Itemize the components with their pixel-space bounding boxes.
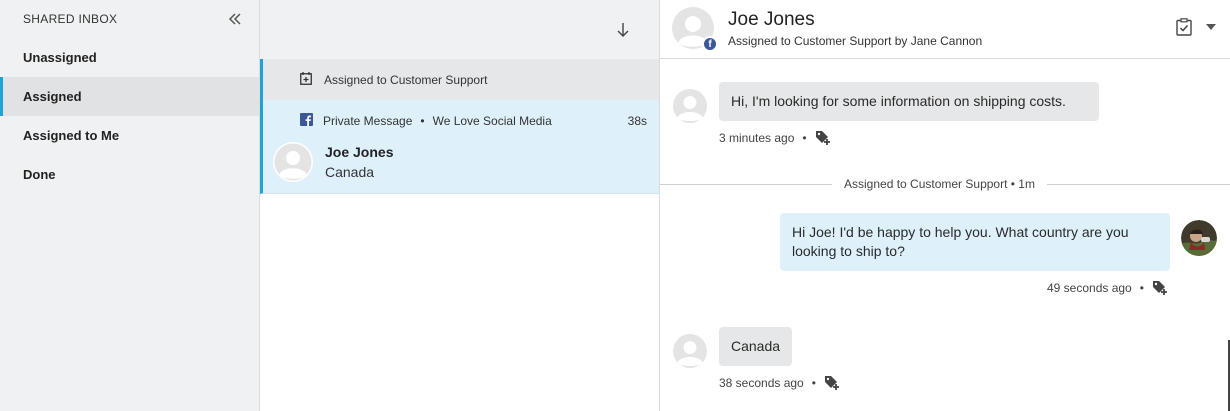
message-meta: 49 seconds ago •	[1047, 280, 1168, 295]
sidebar-item-done[interactable]: Done	[0, 155, 259, 194]
conversation-list: Assigned to Customer Support Private Mes…	[260, 0, 660, 411]
sidebar-item-label: Done	[23, 167, 56, 182]
separator-dot: •	[420, 114, 425, 128]
double-chevron-left-icon[interactable]	[225, 9, 245, 29]
sidebar-item-unassigned[interactable]: Unassigned	[0, 38, 259, 77]
assignment-subtitle: Assigned to Customer Support by Jane Can…	[728, 34, 983, 48]
event-divider-label: Assigned to Customer Support • 1m	[832, 177, 1047, 191]
message-meta: 38 seconds ago •	[719, 375, 840, 390]
sidebar-item-label: Assigned to Me	[23, 128, 120, 143]
message-time: 3 minutes ago	[719, 130, 795, 145]
sidebar: SHARED INBOX Unassigned Assigned Assigne…	[0, 0, 260, 411]
contact-name-heading: Joe Jones	[728, 9, 815, 30]
facebook-icon	[300, 113, 313, 129]
conversation-item[interactable]: Private Message • We Love Social Media 3…	[260, 100, 659, 194]
message-meta: 3 minutes ago •	[719, 130, 831, 145]
message-bubble: Hi, I'm looking for some information on …	[719, 82, 1099, 121]
message-bubble: Canada	[719, 327, 793, 366]
avatar	[672, 333, 708, 369]
arrow-down-icon[interactable]	[613, 20, 633, 40]
add-tag-icon[interactable]	[815, 130, 831, 145]
sidebar-item-label: Unassigned	[23, 50, 97, 65]
group-header[interactable]: Assigned to Customer Support	[260, 59, 659, 100]
agent-avatar	[1181, 220, 1217, 256]
conversation-channel: Private Message	[323, 114, 413, 128]
assign-icon	[300, 72, 312, 88]
group-label: Assigned to Customer Support	[324, 72, 488, 87]
caret-down-icon[interactable]	[1206, 24, 1216, 30]
conversation-meta: Private Message • We Love Social Media	[300, 113, 552, 129]
contact-location: Canada	[325, 164, 375, 180]
conversation-page: We Love Social Media	[432, 114, 552, 128]
add-tag-icon[interactable]	[1152, 280, 1168, 295]
separator-dot: •	[802, 130, 807, 145]
sidebar-title: SHARED INBOX	[23, 12, 118, 26]
message-bubble: Hi Joe! I'd be happy to help you. What c…	[780, 213, 1170, 271]
facebook-badge-icon: f	[702, 36, 718, 52]
avatar	[273, 142, 313, 182]
avatar	[672, 88, 708, 124]
separator-dot: •	[1139, 280, 1144, 295]
sidebar-header: SHARED INBOX	[0, 0, 259, 38]
conversation-detail: f Joe Jones Assigned to Customer Support…	[660, 0, 1230, 411]
sidebar-item-assigned[interactable]: Assigned	[0, 77, 259, 116]
separator-dot: •	[811, 375, 816, 390]
sidebar-item-assigned-to-me[interactable]: Assigned to Me	[0, 116, 259, 155]
clipboard-check-icon[interactable]	[1176, 18, 1192, 36]
list-toolbar	[260, 0, 659, 59]
detail-header: f Joe Jones Assigned to Customer Support…	[660, 0, 1230, 59]
add-tag-icon[interactable]	[824, 375, 840, 390]
sidebar-item-label: Assigned	[23, 89, 82, 104]
contact-name: Joe Jones	[325, 144, 394, 160]
message-time: 49 seconds ago	[1047, 280, 1132, 295]
message-time: 38 seconds ago	[719, 375, 804, 390]
header-actions	[1176, 18, 1216, 36]
conversation-time: 38s	[627, 114, 647, 128]
